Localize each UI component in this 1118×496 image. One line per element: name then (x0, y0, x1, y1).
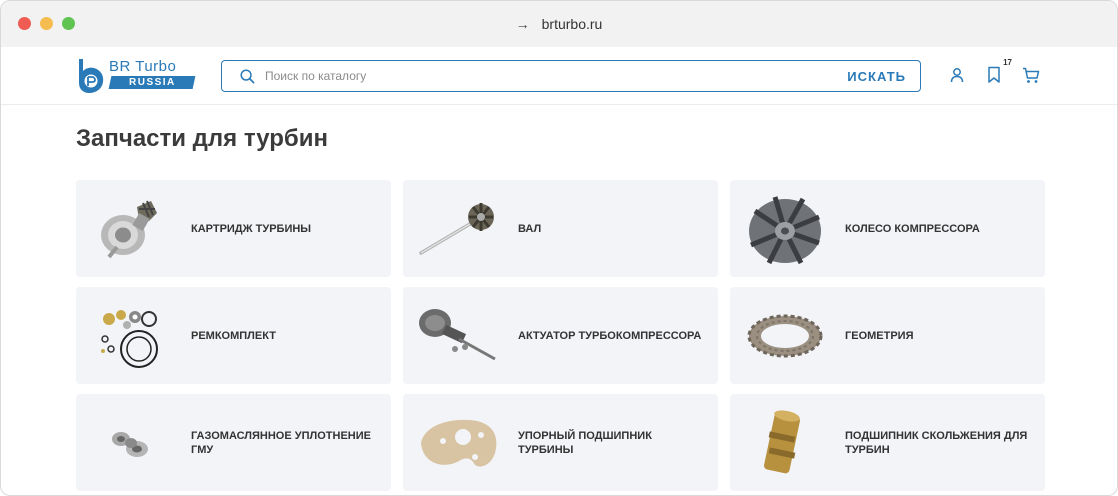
category-card[interactable]: РЕМКОМПЛЕКТ (76, 287, 391, 384)
category-card[interactable]: ГЕОМЕТРИЯ (730, 287, 1045, 384)
page-title: Запчасти для турбин (76, 125, 328, 152)
search-button[interactable]: ИСКАТЬ (847, 69, 906, 84)
category-label: КОЛЕСО КОМПРЕССОРА (845, 222, 980, 235)
compressor-wheel-image (740, 189, 830, 269)
bookmark-count-badge: 17 (1003, 58, 1012, 67)
category-label: ГАЗОМАСЛЯННОЕ УПЛОТНЕНИЕ ГМУ (191, 429, 371, 456)
search-icon (240, 68, 255, 84)
site-header: BR Turbo RUSSIA ИСКАТЬ (1, 47, 1117, 105)
cart-icon[interactable] (1021, 65, 1041, 85)
address-bar[interactable]: → brturbo.ru (516, 16, 603, 32)
category-card[interactable]: КОЛЕСО КОМПРЕССОРА (730, 180, 1045, 277)
browser-titlebar: → brturbo.ru (1, 1, 1117, 47)
shaft-image (413, 189, 503, 269)
category-card[interactable]: АКТУАТОР ТУРБОКОМПРЕССОРА (403, 287, 718, 384)
category-label: АКТУАТОР ТУРБОКОМПРЕССОРА (518, 329, 702, 342)
actuator-image (413, 296, 503, 376)
category-label: КАРТРИДЖ ТУРБИНЫ (191, 222, 312, 235)
url-text: brturbo.ru (541, 16, 603, 32)
category-label: ГЕОМЕТРИЯ (845, 329, 914, 342)
search-bar: ИСКАТЬ (221, 60, 921, 92)
logo-subtext: RUSSIA (108, 76, 196, 89)
logo-mark-icon (79, 59, 104, 93)
browser-window: → brturbo.ru BR Turbo RUSSIA ИСКАТЬ (0, 0, 1118, 496)
turbo-cartridge-image (86, 189, 176, 269)
category-card[interactable]: ВАЛ (403, 180, 718, 277)
site-logo[interactable]: BR Turbo RUSSIA (77, 57, 197, 93)
category-label: УПОРНЫЙ ПОДШИПНИК ТУРБИНЫ (518, 429, 652, 456)
logo-text: BR Turbo (109, 58, 177, 75)
category-card[interactable]: УПОРНЫЙ ПОДШИПНИК ТУРБИНЫ (403, 394, 718, 491)
window-controls (18, 17, 75, 30)
geometry-ring-image (740, 296, 830, 376)
bookmark-icon[interactable]: 17 (984, 58, 1012, 85)
category-label: РЕМКОМПЛЕКТ (191, 329, 276, 342)
thrust-bearing-image (413, 403, 503, 483)
maximize-window-button[interactable] (62, 17, 75, 30)
arrow-right-icon: → (515, 16, 530, 32)
category-card[interactable]: ПОДШИПНИК СКОЛЬЖЕНИЯ ДЛЯ ТУРБИН (730, 394, 1045, 491)
search-input[interactable] (265, 69, 848, 83)
close-window-button[interactable] (18, 17, 31, 30)
oil-seal-image (86, 403, 176, 483)
category-label: ВАЛ (518, 222, 542, 235)
header-actions: 17 (947, 58, 1041, 85)
category-label: ПОДШИПНИК СКОЛЬЖЕНИЯ ДЛЯ ТУРБИН (845, 429, 1028, 456)
journal-bearing-image (740, 403, 830, 483)
category-card[interactable]: ГАЗОМАСЛЯННОЕ УПЛОТНЕНИЕ ГМУ (76, 394, 391, 491)
repair-kit-image (86, 296, 176, 376)
minimize-window-button[interactable] (40, 17, 53, 30)
user-icon[interactable] (947, 65, 967, 85)
category-grid: КАРТРИДЖ ТУРБИНЫ ВАЛ КОЛЕСО КОМПРЕССОРА … (76, 180, 1045, 491)
category-card[interactable]: КАРТРИДЖ ТУРБИНЫ (76, 180, 391, 277)
